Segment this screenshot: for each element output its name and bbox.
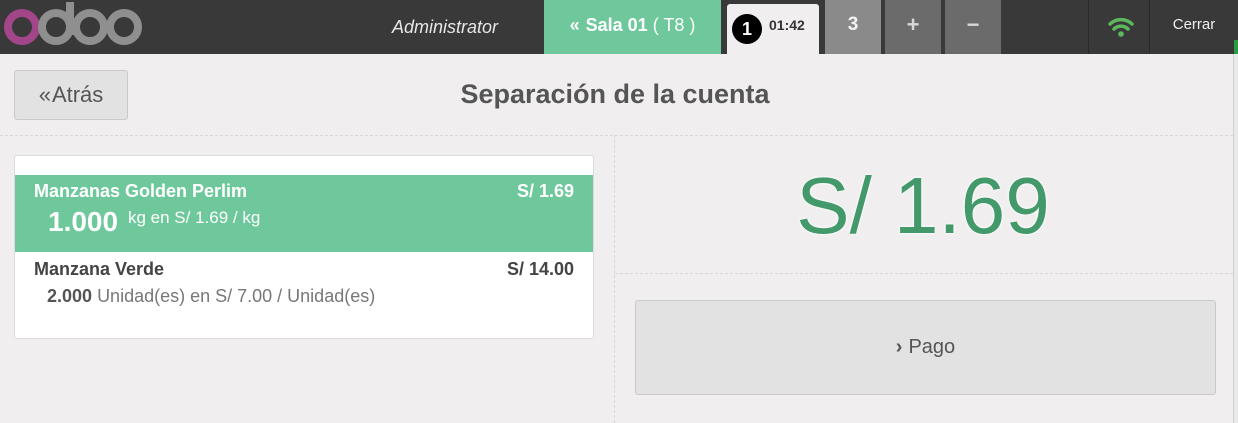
line-price: S/ 14.00 xyxy=(506,259,574,279)
pay-label: Pago xyxy=(908,336,956,358)
orderline-list: Manzanas Golden Perlim S/ 1.69 1.000 kg … xyxy=(14,155,594,339)
product-name: Manzana Verde xyxy=(34,259,165,279)
back-button[interactable]: «Atrás xyxy=(14,70,128,120)
floor-name: Sala 01 xyxy=(585,15,648,35)
minus-icon: − xyxy=(966,12,980,37)
customer-count-button[interactable]: 3 xyxy=(825,0,881,54)
user-name[interactable]: Administrator xyxy=(370,0,520,54)
line-price: S/ 1.69 xyxy=(516,181,574,201)
close-button[interactable]: Cerrar xyxy=(1150,0,1238,54)
back-label: Atrás xyxy=(51,82,104,107)
order-tab[interactable]: 1 01:42 xyxy=(727,4,819,54)
status-indicator xyxy=(1234,40,1238,54)
remove-order-button[interactable]: − xyxy=(945,0,1001,54)
pay-button[interactable]: › Pago xyxy=(635,300,1216,395)
plus-icon: + xyxy=(906,12,920,37)
orderline[interactable]: Manzanas Golden Perlim S/ 1.69 1.000 kg … xyxy=(15,175,593,252)
order-number-badge: 1 xyxy=(732,14,762,44)
line-quantity: 2.000 xyxy=(47,286,93,306)
table-name: ( T8 ) xyxy=(652,15,696,35)
page-title: Separación de la cuenta xyxy=(460,79,770,109)
add-order-button[interactable]: + xyxy=(885,0,941,54)
scrollbar[interactable] xyxy=(1233,54,1238,423)
line-quantity: 1.000 xyxy=(48,206,119,237)
double-chevron-left-icon: « xyxy=(38,82,51,107)
floor-tab[interactable]: « Sala 01 ( T8 ) xyxy=(544,0,721,54)
wifi-icon xyxy=(1108,17,1134,37)
line-unit-info: kg en S/ 1.69 / kg xyxy=(128,208,261,227)
order-time: 01:42 xyxy=(769,17,805,33)
divider xyxy=(1088,0,1089,54)
divider xyxy=(615,273,1238,274)
line-detail: 2.000 Unidad(es) en S/ 7.00 / Unidad(es) xyxy=(47,286,375,307)
divider xyxy=(0,135,1238,136)
line-unit-info: Unidad(es) en S/ 7.00 / Unidad(es) xyxy=(97,286,376,306)
chevron-right-icon: › xyxy=(895,336,903,358)
orderline[interactable]: Manzana Verde S/ 14.00 2.000 Unidad(es) … xyxy=(15,255,593,315)
split-total: S/ 1.69 xyxy=(796,161,1050,250)
odoo-logo xyxy=(4,2,142,45)
product-name: Manzanas Golden Perlim xyxy=(34,181,248,201)
top-bar: Administrator « Sala 01 ( T8 ) 1 01:42 3… xyxy=(0,0,1238,54)
double-chevron-left-icon: « xyxy=(569,15,580,35)
